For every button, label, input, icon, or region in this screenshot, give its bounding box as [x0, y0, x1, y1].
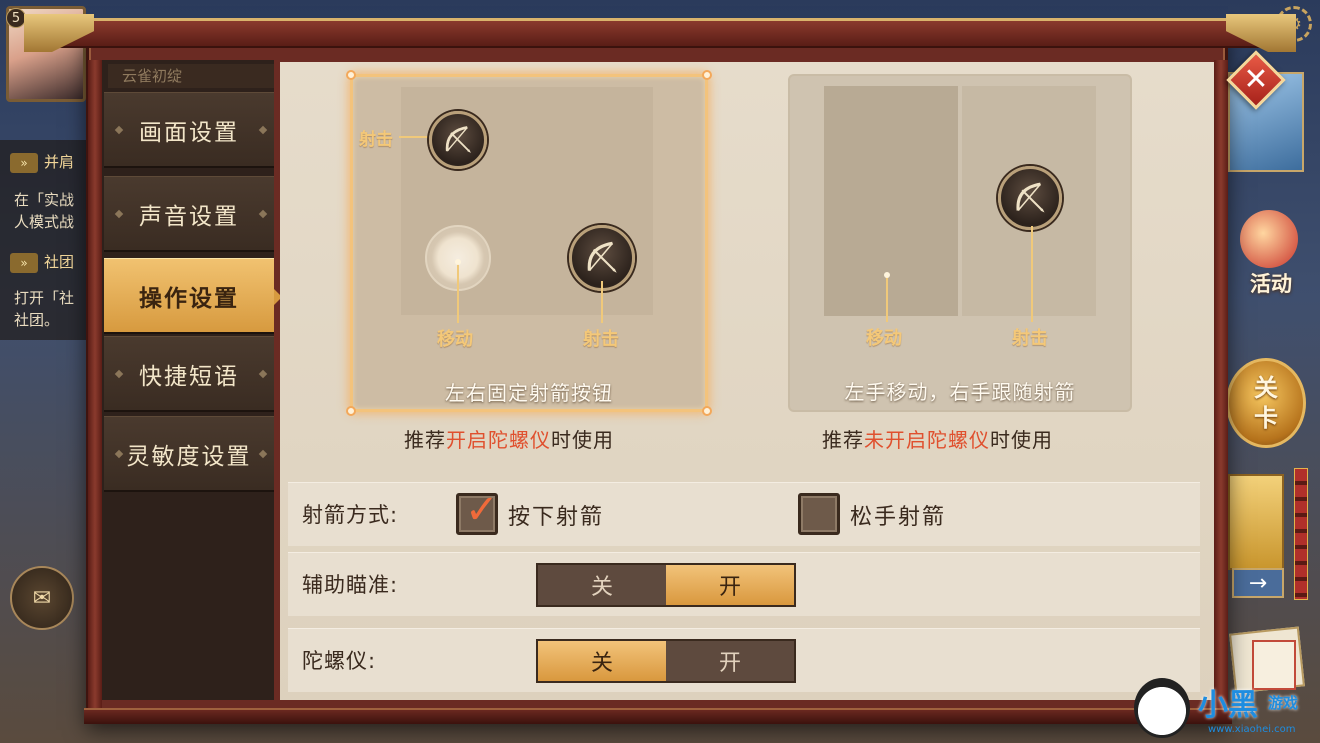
press-to-shoot-checkbox[interactable]: ✓ [456, 487, 499, 535]
chat-button[interactable]: ✉ [10, 566, 74, 630]
layout-caption: 左右固定射箭按钮 [445, 381, 613, 405]
layout-caption: 左手移动，右手跟随射箭 [844, 380, 1076, 404]
site-watermark: 小黑 游戏 www.xiaohei.com [1128, 676, 1320, 743]
shoot-hint-label: 射击 [359, 130, 393, 150]
sidebar-item-label: 画面设置 [139, 119, 239, 146]
stage-button[interactable]: 关 卡 [1226, 358, 1306, 448]
shoot-mode-row: 射箭方式: ✓ 按下射箭 松手射箭 [288, 482, 1200, 546]
mail-icon: ✉ [32, 585, 52, 611]
decorative-pole [1294, 468, 1308, 600]
aim-assist-toggle: 关 开 [536, 563, 796, 607]
sidebar-item-label: 灵敏度设置 [126, 443, 252, 470]
dialog-top-beam [40, 18, 1282, 48]
aim-assist-off-option[interactable]: 关 [538, 565, 666, 605]
gold-card[interactable] [1228, 474, 1284, 570]
sidebar-header: 云雀初绽 [108, 64, 274, 88]
gyroscope-label: 陀螺仪: [302, 649, 377, 673]
sidebar-item-controls[interactable]: 操作设置 [104, 258, 282, 334]
activity-label: 活动 [1250, 272, 1292, 296]
release-to-shoot-checkbox[interactable] [798, 493, 840, 535]
close-button[interactable]: ✕ [1226, 50, 1286, 110]
gyroscope-toggle: 关 开 [536, 639, 796, 683]
chevron-right-icon: » [10, 253, 38, 273]
aim-assist-row: 辅助瞄准: 关 开 [288, 552, 1200, 616]
chevron-right-icon: » [10, 153, 38, 173]
sidebar-item-label: 操作设置 [139, 285, 239, 312]
diamond-icon [114, 449, 124, 458]
diamond-icon [258, 209, 268, 218]
gyroscope-off-option[interactable]: 关 [538, 641, 666, 681]
diamond-icon [114, 209, 124, 218]
shoot-hint-label: 射击 [1012, 328, 1048, 349]
checkmark-icon: ✓ [465, 487, 499, 533]
sidebar-item-sensitivity[interactable]: 灵敏度设置 [104, 416, 274, 492]
diamond-icon [258, 369, 268, 378]
shoot-hint-label: 射击 [583, 329, 619, 350]
sidebar-item-sound[interactable]: 声音设置 [104, 176, 274, 252]
layout-recommendation: 推荐开启陀螺仪时使用 [404, 428, 614, 452]
move-hint-label: 移动 [437, 329, 473, 350]
layout-option-fixed[interactable]: 射击 移动 射击 左右固定射箭按钮 [346, 70, 712, 416]
diamond-icon [258, 449, 268, 458]
diamond-icon [114, 125, 124, 134]
arrow-right-icon[interactable]: → [1232, 568, 1284, 598]
layout-recommendation: 推荐未开启陀螺仪时使用 [822, 428, 1053, 452]
release-to-shoot-label[interactable]: 松手射箭 [850, 499, 946, 531]
frame-post-right [1214, 60, 1228, 710]
gyroscope-row: 陀螺仪: 关 开 [288, 628, 1200, 692]
gyroscope-on-option[interactable]: 开 [666, 641, 794, 681]
diamond-icon [258, 125, 268, 134]
layout-option-follow[interactable]: 移动 射击 左手移动，右手跟随射箭 [788, 74, 1132, 412]
shoot-mode-label: 射箭方式: [302, 503, 399, 527]
sidebar-item-label: 声音设置 [139, 203, 239, 230]
frame-post-left [88, 60, 102, 710]
dialog-bottom-beam [84, 708, 1232, 724]
move-hint-label: 移动 [866, 328, 902, 349]
sidebar-item-graphics[interactable]: 画面设置 [104, 92, 274, 168]
aim-assist-on-option[interactable]: 开 [666, 565, 794, 605]
close-icon: ✕ [1243, 62, 1269, 97]
panda-logo-icon [1134, 678, 1190, 738]
player-level-badge: 5 [6, 8, 26, 28]
controls-settings-panel: 射击 移动 射击 左右固定射箭按钮 推荐开启陀螺仪时使用 移动 射击 左手移动，… [280, 62, 1214, 700]
activity-icon[interactable] [1240, 210, 1298, 268]
bow-icon [429, 111, 487, 169]
sidebar-item-quick-phrases[interactable]: 快捷短语 [104, 336, 274, 412]
sidebar-item-label: 快捷短语 [139, 363, 239, 390]
aim-assist-label: 辅助瞄准: [302, 573, 399, 597]
bow-icon [998, 166, 1062, 230]
press-to-shoot-label[interactable]: 按下射箭 [508, 499, 604, 531]
diamond-icon [114, 369, 124, 378]
move-zone [824, 86, 958, 316]
